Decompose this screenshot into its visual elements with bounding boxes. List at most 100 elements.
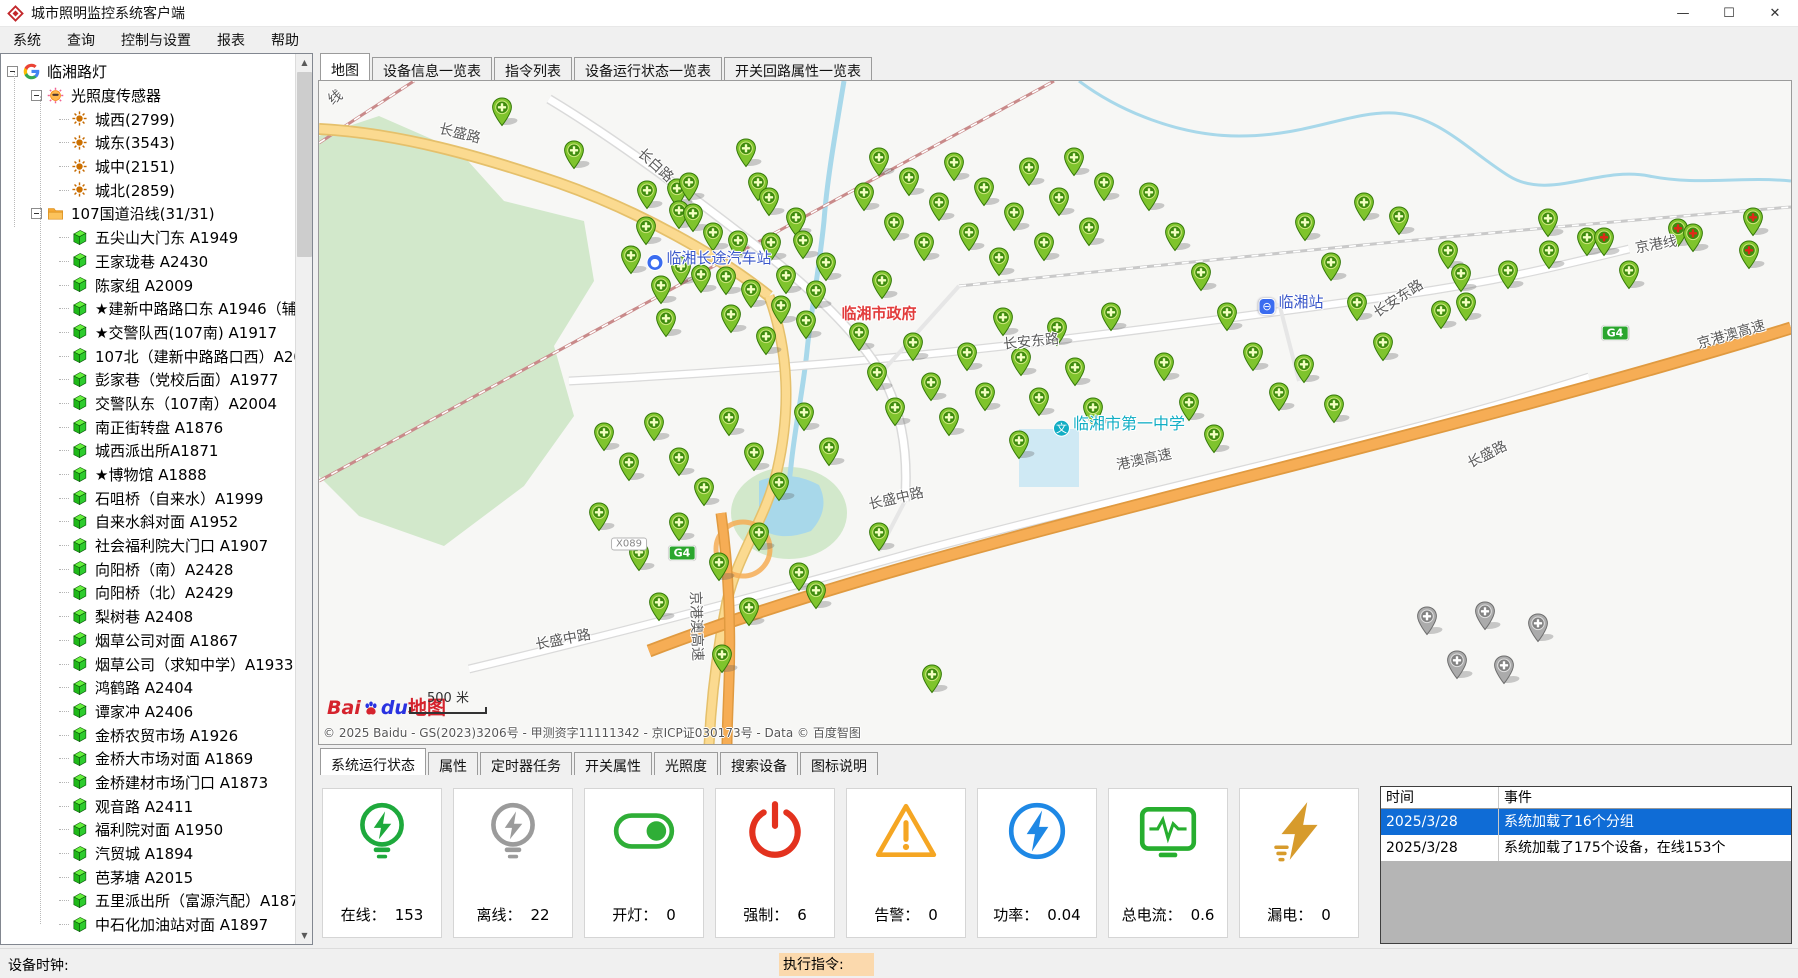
map-pin-online-icon[interactable]: [748, 522, 770, 552]
map-pin-online-icon[interactable]: [588, 502, 610, 532]
tab-bottom-4[interactable]: 光照度: [654, 752, 718, 775]
map-pin-online-icon[interactable]: [1064, 357, 1086, 387]
map-pin-online-icon[interactable]: [1190, 262, 1212, 292]
map-pin-online-icon[interactable]: [718, 407, 740, 437]
map-pin-offline-icon[interactable]: [1474, 601, 1496, 631]
map-pin-online-icon[interactable]: [1203, 424, 1225, 454]
map-pin-online-icon[interactable]: [1346, 292, 1368, 322]
map-pin-online-icon[interactable]: [636, 180, 658, 210]
tab-map-0[interactable]: 地图: [320, 53, 370, 80]
map-pin-online-icon[interactable]: [620, 245, 642, 275]
map-pin-online-icon[interactable]: [792, 230, 814, 260]
tree-leaf-1-15[interactable]: 向阳桥（北）A2429: [1, 581, 295, 605]
map-pin-online-icon[interactable]: [898, 167, 920, 197]
map-pin-online-icon[interactable]: [1455, 292, 1477, 322]
status-card-3[interactable]: 强制：6: [715, 788, 835, 938]
map-pin-online-icon[interactable]: [1372, 332, 1394, 362]
map-pin-online-icon[interactable]: [871, 270, 893, 300]
map-pin-online-icon[interactable]: [1618, 260, 1640, 290]
scroll-down-icon[interactable]: ▼: [296, 927, 313, 944]
map-pin-online-icon[interactable]: [928, 192, 950, 222]
map-pin-online-icon[interactable]: [758, 187, 780, 217]
map-pin-online-icon[interactable]: [1100, 302, 1122, 332]
tree-leaf-1-17[interactable]: 烟草公司对面 A1867: [1, 629, 295, 653]
tab-bottom-2[interactable]: 定时器任务: [480, 752, 572, 775]
tree-leaf-1-22[interactable]: 金桥大市场对面 A1869: [1, 747, 295, 771]
map-pin-online-icon[interactable]: [708, 552, 730, 582]
tree-leaf-1-9[interactable]: 城西派出所A1871: [1, 439, 295, 463]
map-pin-online-icon[interactable]: [1538, 240, 1560, 270]
map-pin-online-icon[interactable]: [668, 447, 690, 477]
map-pin-online-icon[interactable]: [902, 332, 924, 362]
tab-map-4[interactable]: 开关回路属性一览表: [724, 57, 872, 80]
map-pin-online-icon[interactable]: [868, 147, 890, 177]
map-pin-online-icon[interactable]: [920, 372, 942, 402]
map-pin-online-icon[interactable]: [853, 182, 875, 212]
map-pin-online-icon[interactable]: [805, 280, 827, 310]
map-pin-online-icon[interactable]: [884, 397, 906, 427]
tab-bottom-1[interactable]: 属性: [428, 752, 478, 775]
map-pin-forced-icon[interactable]: [1738, 240, 1760, 270]
tree-leaf-1-16[interactable]: 梨树巷 A2408: [1, 605, 295, 629]
map-pin-online-icon[interactable]: [635, 216, 657, 246]
tree-leaf-1-24[interactable]: 观音路 A2411: [1, 794, 295, 818]
map-pin-online-icon[interactable]: [720, 304, 742, 334]
status-card-1[interactable]: 离线：22: [453, 788, 573, 938]
map-pin-online-icon[interactable]: [1537, 208, 1559, 238]
map-pin-online-icon[interactable]: [1008, 430, 1030, 460]
map-pin-online-icon[interactable]: [1320, 252, 1342, 282]
map-pin-online-icon[interactable]: [1003, 202, 1025, 232]
map-pin-online-icon[interactable]: [743, 442, 765, 472]
map-pin-online-icon[interactable]: [943, 152, 965, 182]
map-pin-online-icon[interactable]: [593, 422, 615, 452]
status-card-2[interactable]: 开灯：0: [584, 788, 704, 938]
map-pin-online-icon[interactable]: [1153, 352, 1175, 382]
map-pin-online-icon[interactable]: [1497, 260, 1519, 290]
tree-leaf-1-0[interactable]: 五尖山大门东 A1949: [1, 226, 295, 250]
map-pin-forced-icon[interactable]: [1593, 227, 1615, 257]
map-pin-online-icon[interactable]: [678, 172, 700, 202]
tree-leaf-1-29[interactable]: 中石化加油站对面 A1897: [1, 913, 295, 937]
tree-leaf-1-20[interactable]: 谭家冲 A2406: [1, 700, 295, 724]
map-pin-online-icon[interactable]: [711, 644, 733, 674]
tree-leaf-1-8[interactable]: 南正街转盘 A1876: [1, 415, 295, 439]
map-pin-online-icon[interactable]: [1450, 263, 1472, 293]
map-pin-online-icon[interactable]: [973, 177, 995, 207]
map-pin-online-icon[interactable]: [770, 295, 792, 325]
map-pin-online-icon[interactable]: [1138, 182, 1160, 212]
map-pin-online-icon[interactable]: [735, 138, 757, 168]
event-log-row-0[interactable]: 2025/3/28 12:15:08系统加载了16个分组: [1381, 809, 1791, 835]
map-pin-offline-icon[interactable]: [1416, 606, 1438, 636]
tab-map-1[interactable]: 设备信息一览表: [372, 57, 492, 80]
map-pin-online-icon[interactable]: [618, 452, 640, 482]
tree-leaf-1-11[interactable]: 石咀桥（自来水）A1999: [1, 486, 295, 510]
tree-leaf-1-4[interactable]: ★交警队西(107南) A1917: [1, 321, 295, 345]
tree-leaf-0-1[interactable]: 城东(3543): [1, 131, 295, 155]
event-log-table[interactable]: 时间 事件 2025/3/28 12:15:08系统加载了16个分组2025/3…: [1380, 786, 1792, 944]
map-pin-online-icon[interactable]: [563, 140, 585, 170]
map-pin-forced-icon[interactable]: [1742, 207, 1764, 237]
tree-group-0[interactable]: 光照度传感器: [1, 84, 295, 108]
map-pin-online-icon[interactable]: [682, 203, 704, 233]
map-pin-online-icon[interactable]: [643, 412, 665, 442]
map-pin-online-icon[interactable]: [1063, 147, 1085, 177]
tree-leaf-1-5[interactable]: 107北（建新中路路口西）A2014: [1, 344, 295, 368]
menu-item-0[interactable]: 系统: [0, 27, 54, 53]
tree-leaf-0-2[interactable]: 城中(2151): [1, 155, 295, 179]
map-pin-online-icon[interactable]: [693, 477, 715, 507]
tab-map-3[interactable]: 设备运行状态一览表: [574, 57, 722, 80]
map-pin-online-icon[interactable]: [868, 522, 890, 552]
map-pin-online-icon[interactable]: [795, 310, 817, 340]
event-log-row-1[interactable]: 2025/3/28 12:15:08系统加载了175个设备，在线153个: [1381, 835, 1791, 861]
device-tree[interactable]: 临湘路灯光照度传感器城西(2799)城东(3543)城中(2151)城北(285…: [1, 54, 295, 944]
map-pin-online-icon[interactable]: [1216, 302, 1238, 332]
map-pin-online-icon[interactable]: [755, 326, 777, 356]
map-pin-online-icon[interactable]: [1294, 212, 1316, 242]
map-pin-online-icon[interactable]: [1293, 354, 1315, 384]
status-card-6[interactable]: 总电流：0.6: [1108, 788, 1228, 938]
tree-leaf-1-2[interactable]: 陈家组 A2009: [1, 273, 295, 297]
tree-leaf-0-0[interactable]: 城西(2799): [1, 107, 295, 131]
map-pin-forced-icon[interactable]: [1682, 223, 1704, 253]
maximize-button[interactable]: ☐: [1706, 0, 1752, 27]
close-button[interactable]: ✕: [1752, 0, 1798, 27]
